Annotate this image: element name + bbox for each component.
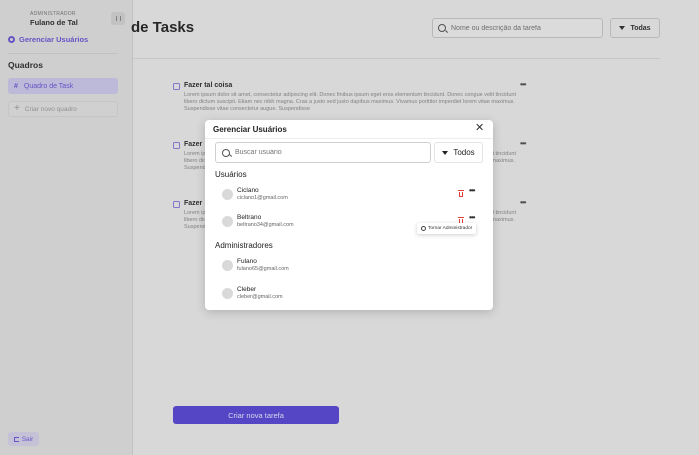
admin-name: Cleber [237,286,257,293]
admin-row: Cleber cleber@gmail.com [222,284,484,304]
user-filter-label: Todos [453,148,475,157]
avatar [222,216,233,227]
admin-row: Fulano fulano65@gmail.com [222,256,484,276]
user-name: Ciclano [237,187,259,194]
caret-down-icon [442,150,449,155]
avatar [222,189,233,200]
avatar [222,260,233,271]
more-icon[interactable]: ••• [469,186,475,195]
user-email: ciclano1@gmail.com [237,195,288,201]
user-filter-dropdown[interactable]: Todos [434,142,483,163]
user-search[interactable] [215,142,431,163]
modal-title: Gerenciar Usuários [213,125,287,134]
modal-divider [205,138,493,139]
admin-name: Fulano [237,258,257,265]
avatar [222,288,233,299]
make-admin-label: Tornar Administrador [428,226,473,231]
user-email: beltrano34@gmail.com [237,222,294,228]
user-row: Ciclano ciclano1@gmail.com ••• [222,185,484,205]
more-icon[interactable]: ••• [469,213,475,222]
user-name: Beltrano [237,214,262,221]
admin-email: fulano65@gmail.com [237,266,289,272]
user-admin-icon [421,226,426,231]
search-icon [222,148,230,157]
user-search-input[interactable] [235,149,420,156]
trash-icon[interactable] [458,190,464,197]
admin-email: cleber@gmail.com [237,294,283,300]
admins-section-title: Administradores [215,241,273,250]
users-section-title: Usuários [215,170,247,179]
manage-users-modal: Gerenciar Usuários ✕ Todos Usuários Cicl… [205,120,493,310]
make-admin-menu-item[interactable]: Tornar Administrador [417,223,477,234]
close-icon[interactable]: ✕ [475,123,484,134]
